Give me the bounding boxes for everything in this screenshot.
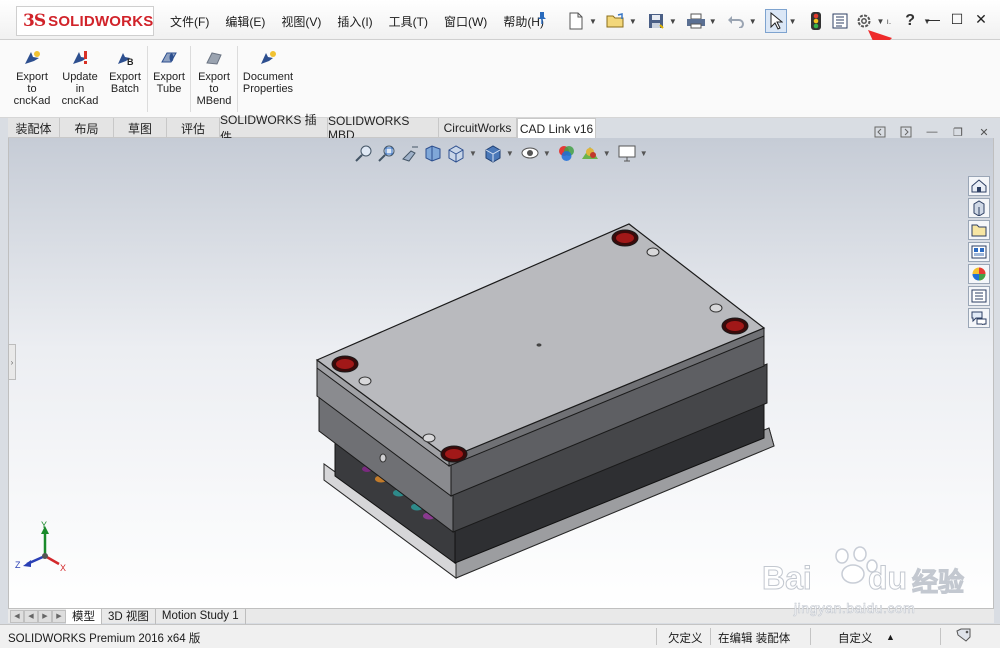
- appearances-icon[interactable]: [968, 264, 990, 284]
- status-separator: [940, 628, 941, 645]
- export-batch-icon: B: [118, 53, 134, 66]
- triad-x-label: X: [60, 563, 67, 573]
- unit-system-selector[interactable]: 自定义: [838, 630, 873, 646]
- svg-text:B: B: [127, 57, 134, 66]
- export-tube-button[interactable]: Export Tube: [151, 44, 187, 95]
- menu-file[interactable]: 文件(F): [170, 13, 209, 30]
- chevron-down-icon[interactable]: ▼: [709, 17, 717, 26]
- print-icon[interactable]: [685, 9, 707, 33]
- file-properties-icon[interactable]: [829, 9, 851, 33]
- logo-text: SOLIDWORKS: [48, 12, 154, 30]
- document-properties-button[interactable]: Document Properties: [241, 44, 295, 95]
- edit-mode-status: 在编辑 装配体: [718, 633, 791, 645]
- task-pane-tabs: [968, 176, 990, 330]
- pin-icon[interactable]: [535, 11, 549, 28]
- menu-tools[interactable]: 工具(T): [389, 13, 428, 30]
- first-tab-icon[interactable]: ◀: [10, 609, 24, 623]
- forum-icon[interactable]: [968, 308, 990, 328]
- export-batch-label: Export Batch: [109, 71, 141, 95]
- tab-circuitworks[interactable]: CircuitWorks: [439, 118, 517, 138]
- menu-view[interactable]: 视图(V): [281, 13, 321, 30]
- title-bar: 3S SOLIDWORKS 文件(F) 编辑(E) 视图(V) 插入(I) 工具…: [0, 0, 1000, 110]
- model-tabs-bar: ◀ ◀ ▶ ▶ 模型 3D 视图 Motion Study 1: [8, 608, 994, 624]
- feature-manager-toggle[interactable]: ›: [8, 344, 16, 380]
- tab-evaluate[interactable]: 评估: [167, 118, 220, 138]
- tab-layout[interactable]: 布局: [60, 118, 114, 138]
- menu-bar: 文件(F) 编辑(E) 视图(V) 插入(I) 工具(T) 窗口(W) 帮助(H…: [170, 13, 560, 30]
- export-to-mbend-button[interactable]: Export to MBend: [194, 44, 234, 107]
- export-cnckad-icon: [25, 51, 40, 64]
- menu-window[interactable]: 窗口(W): [444, 13, 487, 30]
- document-properties-label: Document Properties: [242, 71, 294, 95]
- export-mbend-icon: [206, 52, 222, 65]
- design-library-icon[interactable]: [968, 198, 990, 218]
- status-bar: SOLIDWORKS Premium 2016 x64 版 欠定义 在编辑 装配…: [0, 624, 1000, 648]
- export-tube-label: Export Tube: [153, 71, 185, 95]
- solidworks-logo[interactable]: 3S SOLIDWORKS: [16, 6, 154, 36]
- command-manager-ribbon: Export to cncKad Update in cncKad B Expo…: [0, 40, 1000, 118]
- ribbon-separator: [147, 46, 148, 112]
- rebuild-icon[interactable]: [805, 9, 827, 33]
- chevron-down-icon[interactable]: ▼: [789, 17, 797, 26]
- export-mbend-label: Export to MBend: [196, 71, 232, 107]
- status-separator: [710, 628, 711, 645]
- ribbon-separator: [190, 46, 191, 112]
- ribbon-separator: [237, 46, 238, 112]
- chevron-down-icon[interactable]: ▼: [669, 17, 677, 26]
- tab-sketch[interactable]: 草图: [114, 118, 167, 138]
- tab-model[interactable]: 模型: [66, 608, 102, 624]
- status-separator: [656, 628, 657, 645]
- maximize-icon[interactable]: ☐: [946, 9, 968, 29]
- tab-motion-study[interactable]: Motion Study 1: [156, 608, 246, 624]
- update-cnckad-label: Update in cncKad: [61, 71, 99, 107]
- file-explorer-icon[interactable]: [968, 220, 990, 240]
- menu-insert[interactable]: 插入(I): [337, 13, 372, 30]
- tab-scroll-controls: ◀ ◀ ▶ ▶: [10, 609, 66, 623]
- custom-properties-icon[interactable]: [968, 286, 990, 306]
- mold-assembly-model[interactable]: [9, 138, 994, 608]
- chevron-down-icon[interactable]: ▼: [589, 17, 597, 26]
- tab-solidworks-mbd[interactable]: SOLIDWORKS MBD: [328, 114, 439, 142]
- prev-tab-icon[interactable]: ◀: [24, 609, 38, 623]
- chevron-up-icon[interactable]: ▲: [886, 632, 895, 642]
- undo-icon[interactable]: [725, 9, 747, 33]
- chevron-down-icon[interactable]: ▼ ı.: [877, 17, 892, 26]
- save-icon[interactable]: [645, 9, 667, 33]
- window-controls: — ☐ ✕: [920, 9, 992, 29]
- ds-logo-mark: 3S: [23, 11, 46, 31]
- export-batch-button[interactable]: B Export Batch: [106, 44, 144, 95]
- tab-cad-link[interactable]: CAD Link v16: [517, 118, 596, 138]
- tab-solidworks-addins[interactable]: SOLIDWORKS 插件: [220, 113, 328, 144]
- last-tab-icon[interactable]: ▶: [52, 609, 66, 623]
- status-separator: [810, 628, 811, 645]
- tag-icon[interactable]: [956, 628, 972, 645]
- update-cnckad-icon: [73, 51, 87, 64]
- command-tabs: 装配体 布局 草图 评估 SOLIDWORKS 插件 SOLIDWORKS MB…: [8, 113, 596, 144]
- triad-z-label: Z: [15, 560, 21, 570]
- document-properties-icon: [261, 51, 276, 64]
- select-icon[interactable]: [764, 9, 787, 33]
- chevron-down-icon[interactable]: ▼: [749, 17, 757, 26]
- tab-3d-views[interactable]: 3D 视图: [102, 608, 156, 624]
- close-icon[interactable]: ✕: [970, 9, 992, 29]
- export-to-cnckad-button[interactable]: Export to cncKad: [12, 44, 52, 107]
- home-icon[interactable]: [968, 176, 990, 196]
- menu-edit[interactable]: 编辑(E): [225, 13, 265, 30]
- definition-status: 欠定义: [668, 633, 703, 645]
- chevron-down-icon[interactable]: ▼: [629, 17, 637, 26]
- next-tab-icon[interactable]: ▶: [38, 609, 52, 623]
- new-document-icon[interactable]: [565, 9, 587, 33]
- minimize-icon[interactable]: —: [922, 9, 944, 29]
- triad-y-label: Y: [41, 520, 48, 530]
- tab-assembly[interactable]: 装配体: [8, 118, 60, 138]
- graphics-area[interactable]: ▼ ▼ ▼ ▼ ▼ Y X Z: [8, 138, 994, 608]
- export-tube-icon: [161, 52, 177, 63]
- update-in-cnckad-button[interactable]: Update in cncKad: [58, 44, 102, 107]
- export-cnckad-label: Export to cncKad: [13, 71, 51, 107]
- open-icon[interactable]: [605, 9, 627, 33]
- product-version: SOLIDWORKS Premium 2016 x64 版: [8, 633, 201, 645]
- view-palette-icon[interactable]: [968, 242, 990, 262]
